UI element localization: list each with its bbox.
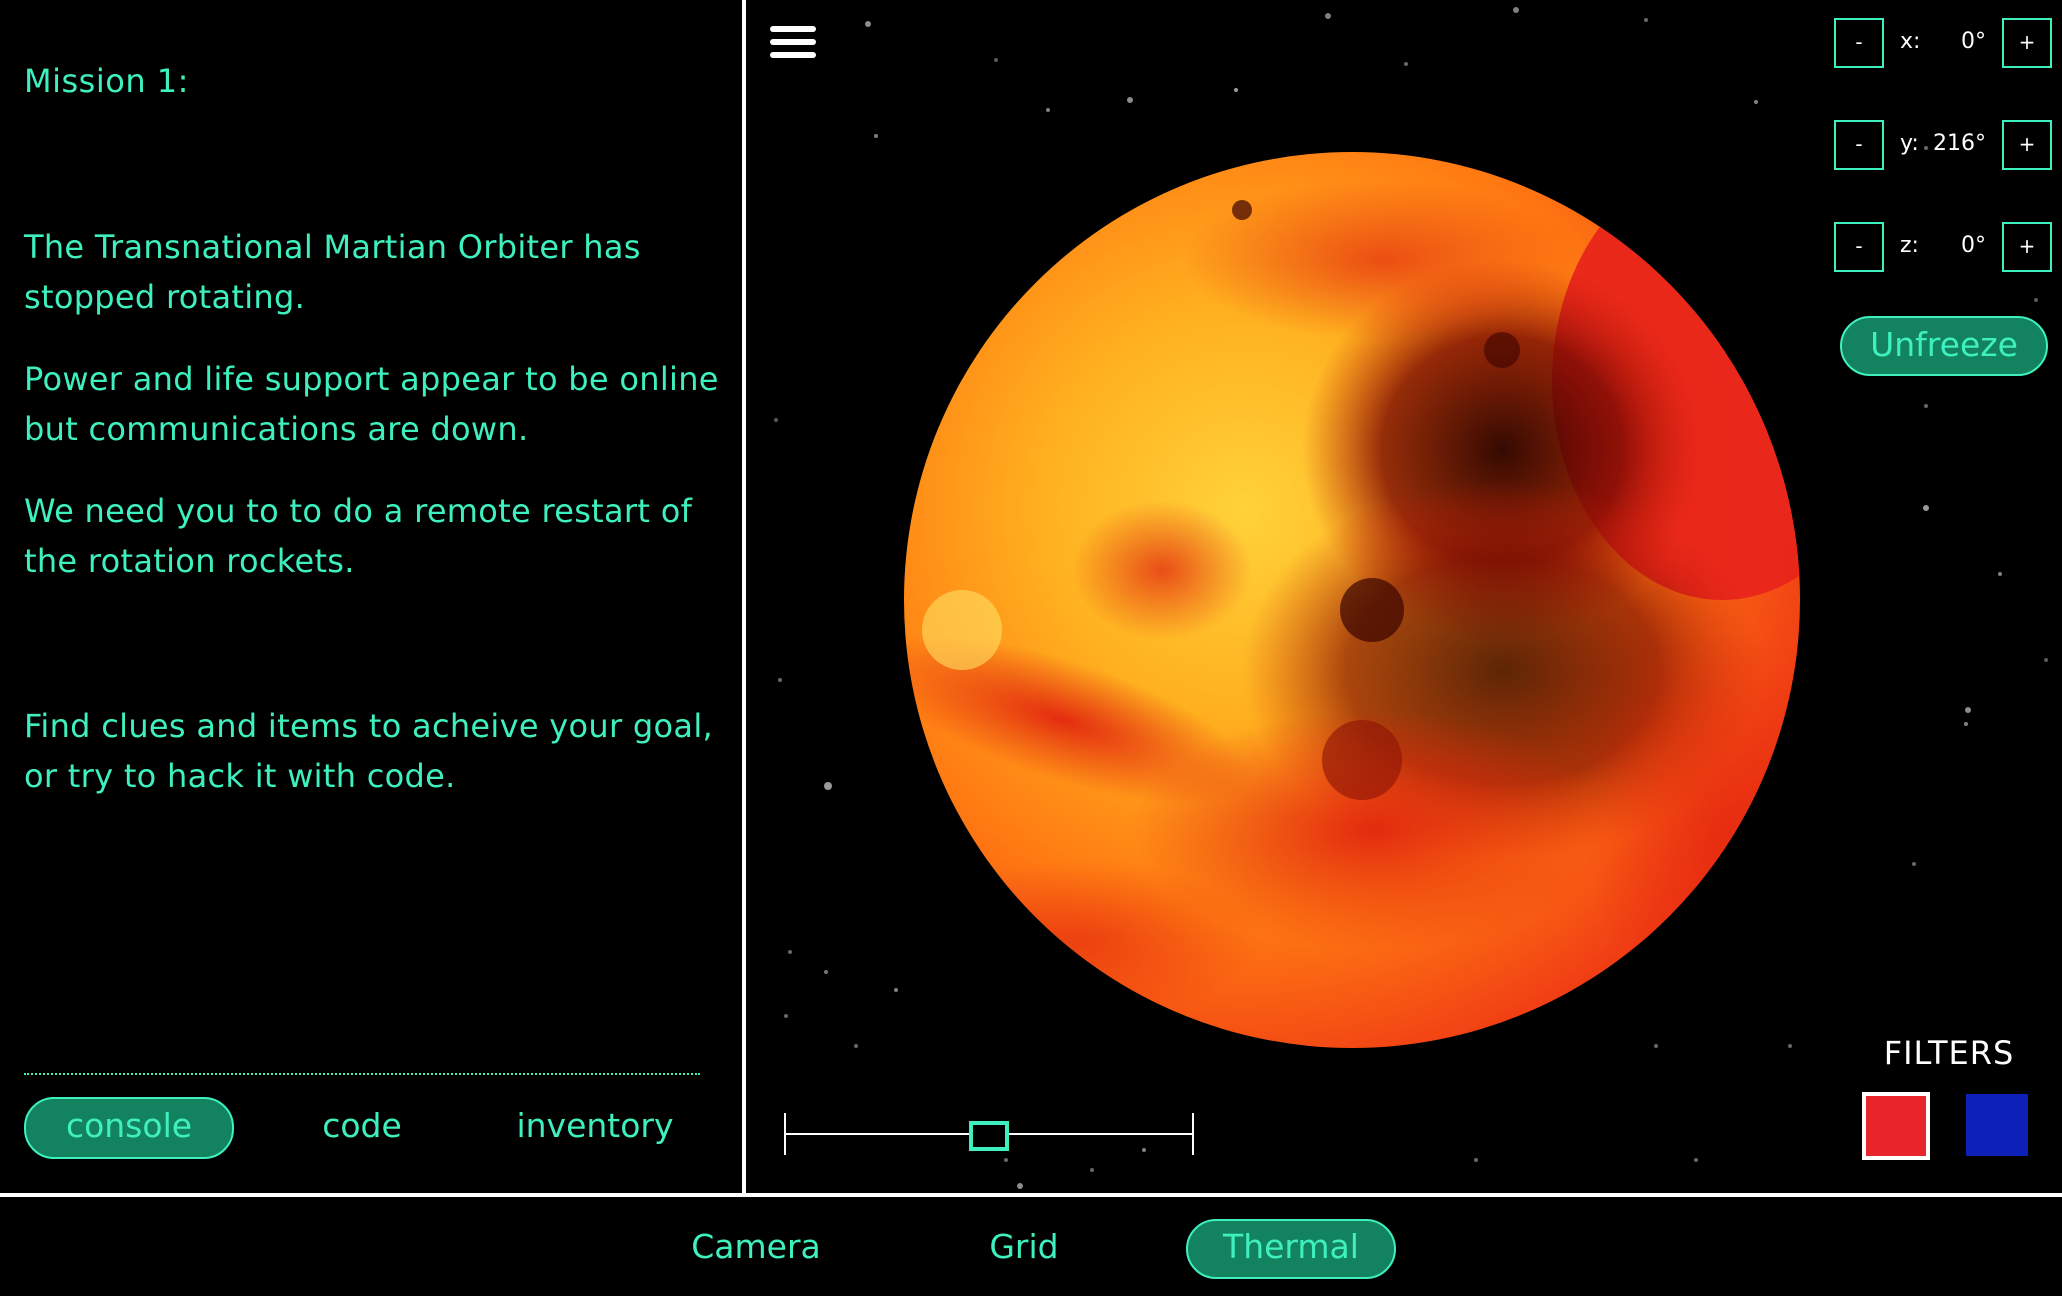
slider-thumb[interactable]	[969, 1121, 1009, 1151]
app-root: Mission 1: The Transnational Martian Orb…	[0, 0, 2062, 1296]
axis-label-z: z:	[1900, 233, 1919, 258]
planet-viewport[interactable]: - x: 0° + - y: 216° + - z: 0° + Unfreeze…	[746, 0, 2062, 1193]
tab-console[interactable]: console	[24, 1097, 234, 1159]
filter-red-swatch[interactable]	[1862, 1092, 1930, 1160]
console-panel: Mission 1: The Transnational Martian Orb…	[0, 0, 742, 1193]
rotation-z-control: - z: 0° +	[1834, 222, 2052, 272]
rotate-x-plus-button[interactable]: +	[2002, 18, 2052, 68]
mission-title: Mission 1:	[24, 62, 189, 100]
mission-paragraph: Power and life support appear to be onli…	[24, 360, 719, 448]
filter-blue-swatch[interactable]	[1966, 1094, 2028, 1156]
tab-code[interactable]: code	[300, 1097, 424, 1155]
mars-planet	[904, 152, 1800, 1048]
axis-label-x: x:	[1900, 29, 1921, 54]
mission-paragraph: The Transnational Martian Orbiter has st…	[24, 228, 641, 316]
view-mode-bar: Camera Grid Thermal	[0, 1197, 2062, 1296]
rotation-y-value: 216°	[1933, 131, 1986, 156]
tab-thermal[interactable]: Thermal	[1186, 1219, 1396, 1279]
hamburger-menu-icon[interactable]	[770, 26, 816, 58]
mission-paragraph: Find clues and items to acheive your goa…	[24, 707, 713, 795]
axis-label-y: y:	[1900, 131, 1919, 156]
slider-right-cap	[1192, 1113, 1194, 1155]
tab-grid[interactable]: Grid	[974, 1219, 1074, 1275]
rotate-x-minus-button[interactable]: -	[1834, 18, 1884, 68]
tab-inventory[interactable]: inventory	[500, 1097, 690, 1155]
rotation-x-control: - x: 0° +	[1834, 18, 2052, 68]
rotate-y-minus-button[interactable]: -	[1834, 120, 1884, 170]
rotation-x-value: 0°	[1961, 29, 1986, 54]
unfreeze-button[interactable]: Unfreeze	[1840, 316, 2048, 376]
rotate-z-minus-button[interactable]: -	[1834, 222, 1884, 272]
rotation-y-control: - y: 216° +	[1834, 120, 2052, 170]
filters-heading: FILTERS	[1883, 1034, 2015, 1072]
mission-paragraph: We need you to to do a remote restart of…	[24, 492, 693, 580]
console-divider	[24, 1073, 700, 1075]
rotate-z-plus-button[interactable]: +	[2002, 222, 2052, 272]
zoom-slider[interactable]	[784, 1108, 1194, 1155]
tab-camera[interactable]: Camera	[676, 1219, 836, 1275]
rotate-y-plus-button[interactable]: +	[2002, 120, 2052, 170]
rotation-z-value: 0°	[1961, 233, 1986, 258]
